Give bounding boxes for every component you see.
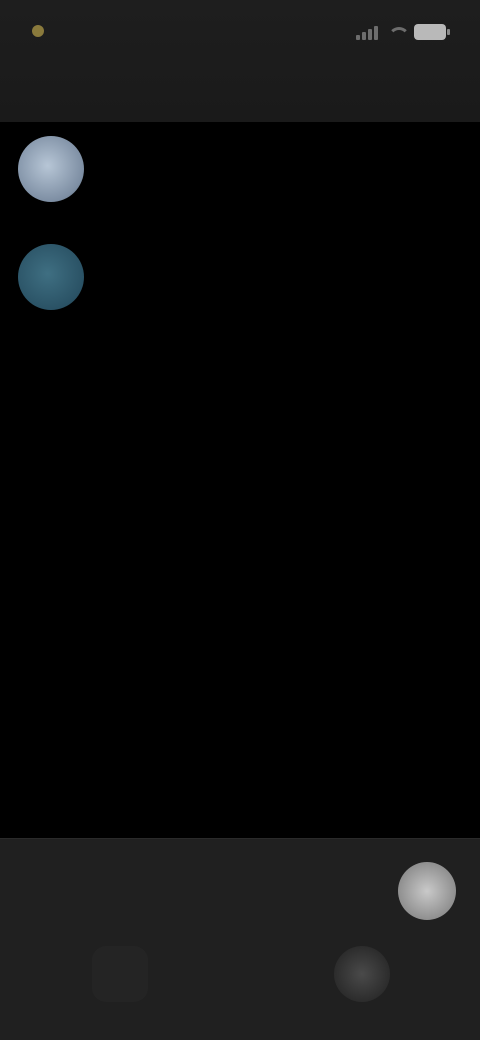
signal-icon xyxy=(356,24,378,40)
profile-nav-icon[interactable] xyxy=(334,946,390,1002)
compose-icon[interactable] xyxy=(398,862,456,920)
chat-list-item[interactable] xyxy=(0,230,480,338)
bottom-divider xyxy=(0,838,480,839)
wifi-icon xyxy=(386,25,410,39)
time-dot-icon xyxy=(32,25,44,37)
chat-list-item[interactable] xyxy=(0,122,480,230)
status-left xyxy=(32,18,50,44)
top-area xyxy=(0,0,480,122)
chat-list xyxy=(0,122,480,338)
status-icons xyxy=(356,20,450,44)
avatar xyxy=(18,136,84,202)
screen xyxy=(0,0,480,1040)
avatar xyxy=(18,244,84,310)
home-nav-icon[interactable] xyxy=(92,946,148,1002)
status-bar xyxy=(0,0,480,62)
battery-icon xyxy=(414,24,450,40)
bottom-area xyxy=(0,838,480,1040)
